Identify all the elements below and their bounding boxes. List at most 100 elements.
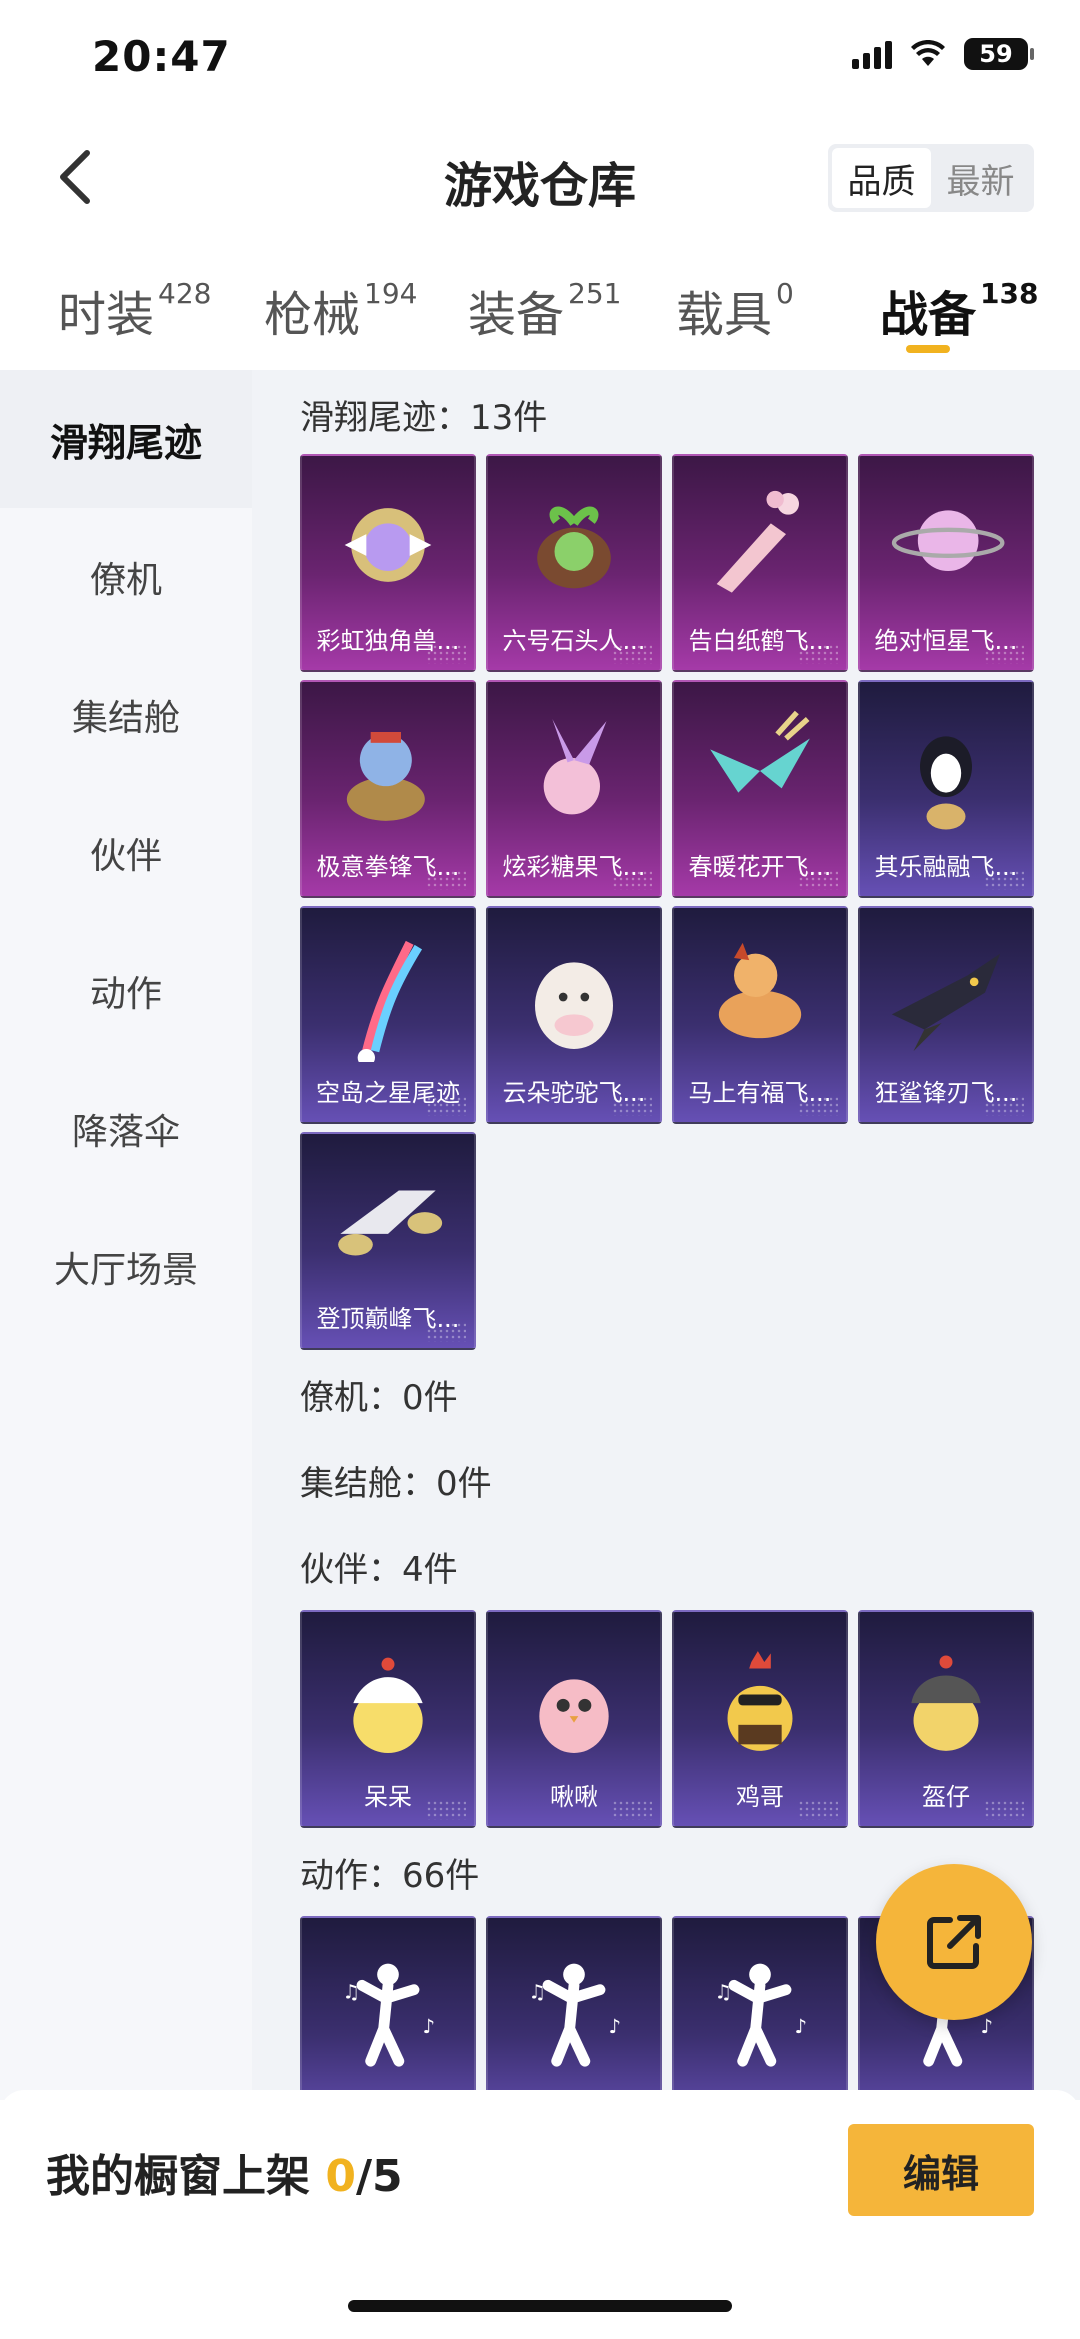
svg-text:♫: ♫ bbox=[343, 1980, 360, 2003]
sidebar-item-assembly-pod[interactable]: 集结舱 bbox=[0, 646, 252, 784]
edit-button[interactable]: 编辑 bbox=[848, 2124, 1034, 2216]
penguin-balloon-icon bbox=[860, 696, 1032, 846]
unicorn-emblem-icon bbox=[302, 470, 474, 620]
section-title-wingman: 僚机：0件 bbox=[300, 1378, 458, 1418]
horse-icon bbox=[674, 922, 846, 1072]
sort-toggle: 品质 最新 bbox=[828, 144, 1034, 212]
body-area: 滑翔尾迹 僚机 集结舱 伙伴 动作 降落伞 大厅场景 滑翔尾迹：13件 彩虹独角… bbox=[0, 370, 1080, 2100]
section-title-assembly: 集结舱：0件 bbox=[300, 1464, 492, 1504]
rarity-pattern bbox=[984, 1800, 1024, 1820]
butterfly-icon bbox=[674, 696, 846, 846]
sidebar-item-parachute[interactable]: 降落伞 bbox=[0, 1060, 252, 1198]
sort-option-newest[interactable]: 最新 bbox=[931, 148, 1030, 208]
rarity-pattern bbox=[984, 1096, 1024, 1116]
share-fab[interactable] bbox=[876, 1864, 1032, 2020]
partner-tile[interactable]: 盔仔 bbox=[858, 1610, 1034, 1828]
rarity-pattern bbox=[612, 644, 652, 664]
section-title-partner: 伙伴：4件 bbox=[300, 1550, 458, 1590]
chick-icon bbox=[302, 1626, 474, 1776]
glide-trail-tile[interactable]: 绝对恒星飞... bbox=[858, 454, 1034, 672]
shark-icon bbox=[860, 922, 1032, 1072]
tab-fashion[interactable]: 时装 428 bbox=[58, 275, 211, 345]
glide-trail-tile[interactable]: 狂鲨锋刃飞... bbox=[858, 906, 1034, 1124]
wifi-icon bbox=[911, 40, 945, 66]
showcase-total: /5 bbox=[355, 2151, 403, 2202]
rarity-pattern bbox=[984, 870, 1024, 890]
showcase-label: 我的橱窗上架 bbox=[46, 2151, 310, 2202]
tab-label: 枪械 bbox=[264, 287, 361, 343]
sidebar-item-glide-trail[interactable]: 滑翔尾迹 bbox=[0, 370, 252, 508]
helmet-chick-icon bbox=[860, 1626, 1032, 1776]
tab-count: 138 bbox=[980, 277, 1039, 310]
tab-count: 251 bbox=[568, 277, 622, 310]
tab-count: 428 bbox=[158, 277, 212, 310]
glide-trail-tile[interactable]: 马上有福飞... bbox=[672, 906, 848, 1124]
rarity-pattern bbox=[798, 1096, 838, 1116]
svg-text:♪: ♪ bbox=[423, 2015, 435, 2038]
glide-trail-tile[interactable]: 六号石头人... bbox=[486, 454, 662, 672]
tab-combat-gear[interactable]: 战备 138 bbox=[880, 275, 1038, 345]
active-tab-indicator bbox=[906, 345, 950, 353]
showcase-current-count: 0 bbox=[325, 2151, 356, 2202]
status-time: 20:47 bbox=[92, 32, 231, 81]
partner-grid: 呆呆 啾啾 鸡哥 盔仔 bbox=[300, 1610, 1034, 1828]
partner-tile[interactable]: 啾啾 bbox=[486, 1610, 662, 1828]
bottom-bar: 我的橱窗上架 0/5 编辑 bbox=[0, 2090, 1080, 2339]
external-link-icon bbox=[927, 1915, 981, 1969]
rarity-pattern bbox=[426, 1800, 466, 1820]
glide-trail-tile[interactable]: 炫彩糖果飞... bbox=[486, 680, 662, 898]
rarity-pattern bbox=[426, 644, 466, 664]
svg-text:♪: ♪ bbox=[795, 2015, 807, 2038]
rainbow-trail-icon bbox=[302, 922, 474, 1072]
tab-label: 载具 bbox=[676, 287, 773, 343]
alpaca-icon bbox=[488, 922, 660, 1072]
emote-tile[interactable]: ♫♪ bbox=[672, 1916, 848, 2100]
glide-trail-tile[interactable]: 登顶巅峰飞... bbox=[300, 1132, 476, 1350]
sidebar-item-lobby-scene[interactable]: 大厅场景 bbox=[0, 1198, 252, 1336]
home-indicator bbox=[348, 2300, 732, 2312]
rooster-icon bbox=[674, 1626, 846, 1776]
header: 游戏仓库 品质 最新 bbox=[0, 120, 1080, 240]
glide-trail-tile[interactable]: 云朵驼驼飞... bbox=[486, 906, 662, 1124]
status-bar: 20:47 59 bbox=[0, 0, 1080, 120]
partner-tile[interactable]: 呆呆 bbox=[300, 1610, 476, 1828]
jet-glider-icon bbox=[302, 1148, 474, 1298]
sidebar-item-partner[interactable]: 伙伴 bbox=[0, 784, 252, 922]
dance-emote-icon: ♫♪ bbox=[488, 1932, 660, 2082]
glide-trail-tile[interactable]: 极意拳锋飞... bbox=[300, 680, 476, 898]
sidebar-item-emote[interactable]: 动作 bbox=[0, 922, 252, 1060]
tab-equipment[interactable]: 装备 251 bbox=[468, 275, 621, 345]
emote-tile[interactable]: ♫♪ bbox=[486, 1916, 662, 2100]
svg-text:♫: ♫ bbox=[529, 1980, 546, 2003]
candy-flower-icon bbox=[488, 696, 660, 846]
rarity-pattern bbox=[426, 1096, 466, 1116]
genie-lamp-icon bbox=[302, 696, 474, 846]
battery-icon: 59 bbox=[964, 38, 1034, 70]
showcase-status: 我的橱窗上架 0/5 bbox=[46, 2140, 403, 2204]
glide-trail-tile[interactable]: 春暖花开飞... bbox=[672, 680, 848, 898]
section-title-glide: 滑翔尾迹：13件 bbox=[300, 398, 548, 438]
paper-crane-icon bbox=[674, 470, 846, 620]
glide-trail-tile[interactable]: 彩虹独角兽... bbox=[300, 454, 476, 672]
sidebar-item-wingman[interactable]: 僚机 bbox=[0, 508, 252, 646]
tab-guns[interactable]: 枪械 194 bbox=[264, 275, 417, 345]
glide-trail-tile[interactable]: 空岛之星尾迹 bbox=[300, 906, 476, 1124]
tab-count: 194 bbox=[364, 277, 418, 310]
tab-label: 战备 bbox=[880, 287, 977, 343]
rarity-pattern bbox=[612, 1096, 652, 1116]
svg-text:♫: ♫ bbox=[715, 1980, 732, 2003]
glide-trail-tile[interactable]: 其乐融融飞... bbox=[858, 680, 1034, 898]
rarity-pattern bbox=[798, 870, 838, 890]
partner-tile[interactable]: 鸡哥 bbox=[672, 1610, 848, 1828]
rarity-pattern bbox=[798, 1800, 838, 1820]
tab-vehicles[interactable]: 载具 0 bbox=[676, 275, 794, 345]
dance-emote-icon: ♫♪ bbox=[674, 1932, 846, 2082]
glide-trail-tile[interactable]: 告白纸鹤飞... bbox=[672, 454, 848, 672]
status-icons: 59 bbox=[852, 38, 1034, 70]
svg-text:♪: ♪ bbox=[981, 2015, 993, 2038]
tab-label: 装备 bbox=[468, 287, 565, 343]
emote-tile[interactable]: ♫♪ bbox=[300, 1916, 476, 2100]
tab-label: 时装 bbox=[58, 287, 155, 343]
planet-icon bbox=[860, 470, 1032, 620]
sort-option-quality[interactable]: 品质 bbox=[832, 148, 931, 208]
